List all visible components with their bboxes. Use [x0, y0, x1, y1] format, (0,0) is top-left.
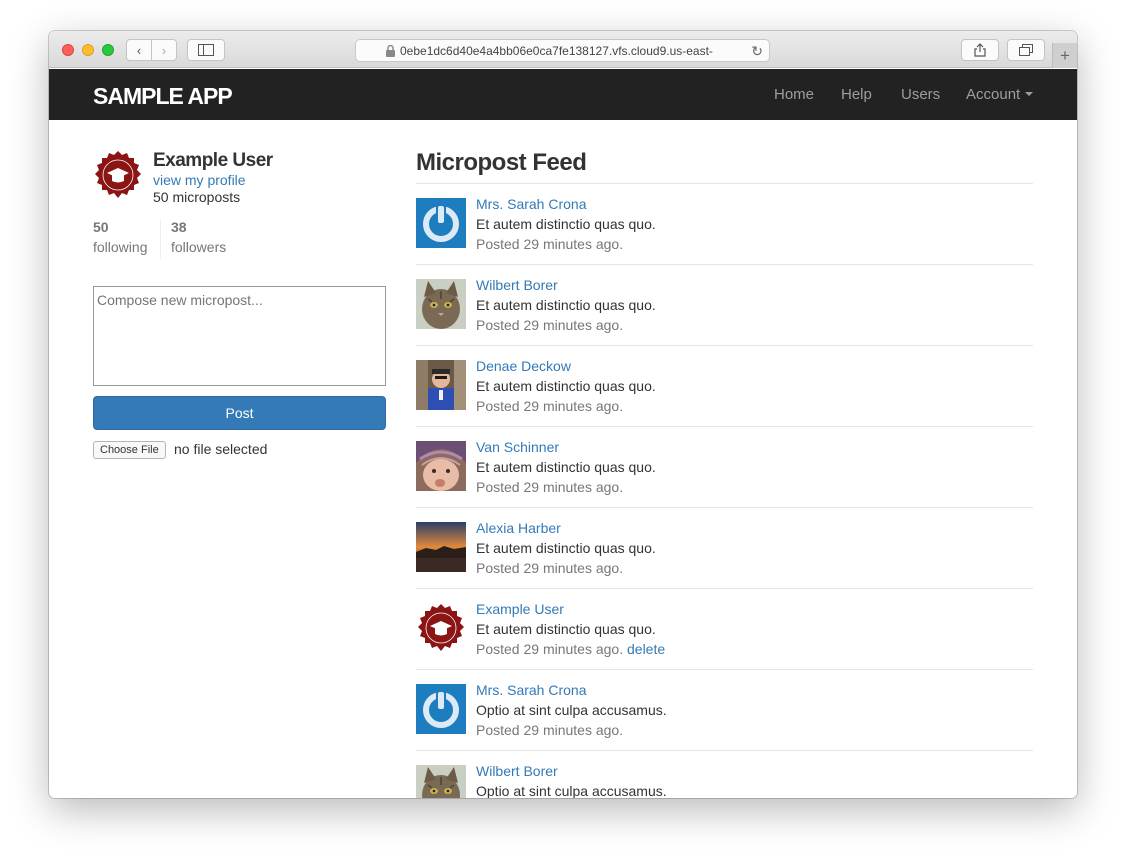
- user-avatar[interactable]: [416, 279, 466, 329]
- post-user-link[interactable]: Mrs. Sarah Crona: [476, 682, 586, 698]
- share-button[interactable]: [961, 39, 999, 61]
- user-gravatar[interactable]: [93, 150, 143, 200]
- page-content: Example User view my profile 50 micropos…: [49, 120, 1077, 798]
- file-status-text: no file selected: [174, 441, 268, 457]
- post-timestamp: Posted 29 minutes ago.: [476, 560, 624, 576]
- plus-icon: +: [1060, 45, 1070, 65]
- url-text: 0ebe1dc6d40e4a4bb06e0ca7fe138127.vfs.clo…: [400, 44, 713, 58]
- forward-button[interactable]: ›: [151, 39, 177, 61]
- post-user-link[interactable]: Alexia Harber: [476, 520, 561, 536]
- new-tab-button[interactable]: +: [1052, 43, 1077, 68]
- lock-icon: [386, 45, 395, 57]
- post-user-link[interactable]: Mrs. Sarah Crona: [476, 196, 586, 212]
- post-timestamp: Posted 29 minutes ago.: [476, 398, 624, 414]
- nav-help-link[interactable]: Help: [841, 86, 872, 103]
- caret-down-icon: [1025, 92, 1034, 96]
- post-content: Optio at sint culpa accusamus.: [476, 783, 667, 798]
- user-avatar[interactable]: [416, 684, 466, 734]
- post-content: Et autem distinctio quas quo.: [476, 540, 656, 556]
- post-button[interactable]: Post: [93, 396, 386, 430]
- tabs-icon: [1019, 44, 1033, 56]
- delete-post-link[interactable]: delete: [627, 641, 665, 657]
- account-label: Account: [966, 86, 1021, 103]
- micropost-feed: Mrs. Sarah Crona Et autem distinctio qua…: [416, 184, 1033, 798]
- post-content: Et autem distinctio quas quo.: [476, 297, 656, 313]
- browser-window: ‹ › 0ebe1dc6d40e4a4bb06e0ca7fe138127.vfs…: [49, 31, 1077, 798]
- post-timestamp-text: Posted 29 minutes ago.: [476, 641, 624, 657]
- post-content: Et autem distinctio quas quo.: [476, 216, 656, 232]
- post-content: Et autem distinctio quas quo.: [476, 621, 656, 637]
- app-navbar: SAMPLE APP Home Help Users Account: [49, 69, 1077, 120]
- post-user-link[interactable]: Denae Deckow: [476, 358, 571, 374]
- post-user-link[interactable]: Wilbert Borer: [476, 763, 558, 779]
- post-content: Et autem distinctio quas quo.: [476, 378, 656, 394]
- post-timestamp: Posted 29 minutes ago.: [476, 722, 624, 738]
- close-window-button[interactable]: [62, 44, 74, 56]
- nav-users-link[interactable]: Users: [901, 86, 940, 103]
- post-user-link[interactable]: Wilbert Borer: [476, 277, 558, 293]
- post-content: Et autem distinctio quas quo.: [476, 459, 656, 475]
- micropost-item: Van Schinner Et autem distinctio quas qu…: [416, 427, 1033, 508]
- user-avatar[interactable]: [416, 522, 466, 572]
- following-count: 50: [93, 219, 109, 235]
- minimize-window-button[interactable]: [82, 44, 94, 56]
- feed-title: Micropost Feed: [416, 149, 587, 176]
- micropost-item: Mrs. Sarah Crona Optio at sint culpa acc…: [416, 670, 1033, 751]
- post-timestamp: Posted 29 minutes ago. delete: [476, 641, 665, 657]
- post-timestamp: Posted 29 minutes ago.: [476, 317, 624, 333]
- post-timestamp: Posted 29 minutes ago.: [476, 479, 624, 495]
- post-timestamp: Posted 29 minutes ago.: [476, 236, 624, 252]
- chevron-right-icon: ›: [161, 42, 167, 58]
- share-icon: [974, 43, 986, 57]
- following-stat[interactable]: 50 following: [93, 219, 147, 255]
- view-profile-link[interactable]: view my profile: [153, 172, 246, 188]
- micropost-item: Alexia Harber Et autem distinctio quas q…: [416, 508, 1033, 589]
- micropost-count: 50 microposts: [153, 189, 241, 205]
- address-bar[interactable]: 0ebe1dc6d40e4a4bb06e0ca7fe138127.vfs.clo…: [355, 39, 770, 62]
- user-avatar[interactable]: [416, 765, 466, 798]
- chevron-left-icon: ‹: [136, 42, 142, 58]
- choose-file-button[interactable]: Choose File: [93, 441, 166, 459]
- user-avatar[interactable]: [416, 360, 466, 410]
- nav-home-link[interactable]: Home: [774, 86, 814, 103]
- followers-label: followers: [171, 239, 227, 255]
- micropost-item: Wilbert Borer Et autem distinctio quas q…: [416, 265, 1033, 346]
- sidebar-toggle-button[interactable]: [187, 39, 225, 61]
- followers-stat[interactable]: 38 followers: [160, 219, 226, 259]
- zoom-window-button[interactable]: [102, 44, 114, 56]
- app-logo[interactable]: SAMPLE APP: [93, 83, 233, 110]
- micropost-item: Mrs. Sarah Crona Et autem distinctio qua…: [416, 184, 1033, 265]
- tab-overview-button[interactable]: [1007, 39, 1045, 61]
- user-avatar[interactable]: [416, 603, 466, 653]
- reload-icon[interactable]: ↻: [751, 43, 763, 60]
- user-avatar[interactable]: [416, 441, 466, 491]
- micropost-item: Example User Et autem distinctio quas qu…: [416, 589, 1033, 670]
- post-content: Optio at sint culpa accusamus.: [476, 702, 667, 718]
- micropost-item: Wilbert Borer Optio at sint culpa accusa…: [416, 751, 1033, 798]
- nav-account-dropdown[interactable]: Account: [966, 86, 1034, 103]
- user-avatar[interactable]: [416, 198, 466, 248]
- title-bar: ‹ › 0ebe1dc6d40e4a4bb06e0ca7fe138127.vfs…: [49, 31, 1077, 68]
- post-user-link[interactable]: Example User: [476, 601, 564, 617]
- post-user-link[interactable]: Van Schinner: [476, 439, 559, 455]
- followers-count: 38: [171, 219, 187, 235]
- compose-micropost-textarea[interactable]: [93, 286, 386, 386]
- sidebar-icon: [198, 44, 214, 56]
- user-name: Example User: [153, 150, 273, 171]
- back-button[interactable]: ‹: [126, 39, 152, 61]
- micropost-item: Denae Deckow Et autem distinctio quas qu…: [416, 346, 1033, 427]
- following-label: following: [93, 239, 148, 255]
